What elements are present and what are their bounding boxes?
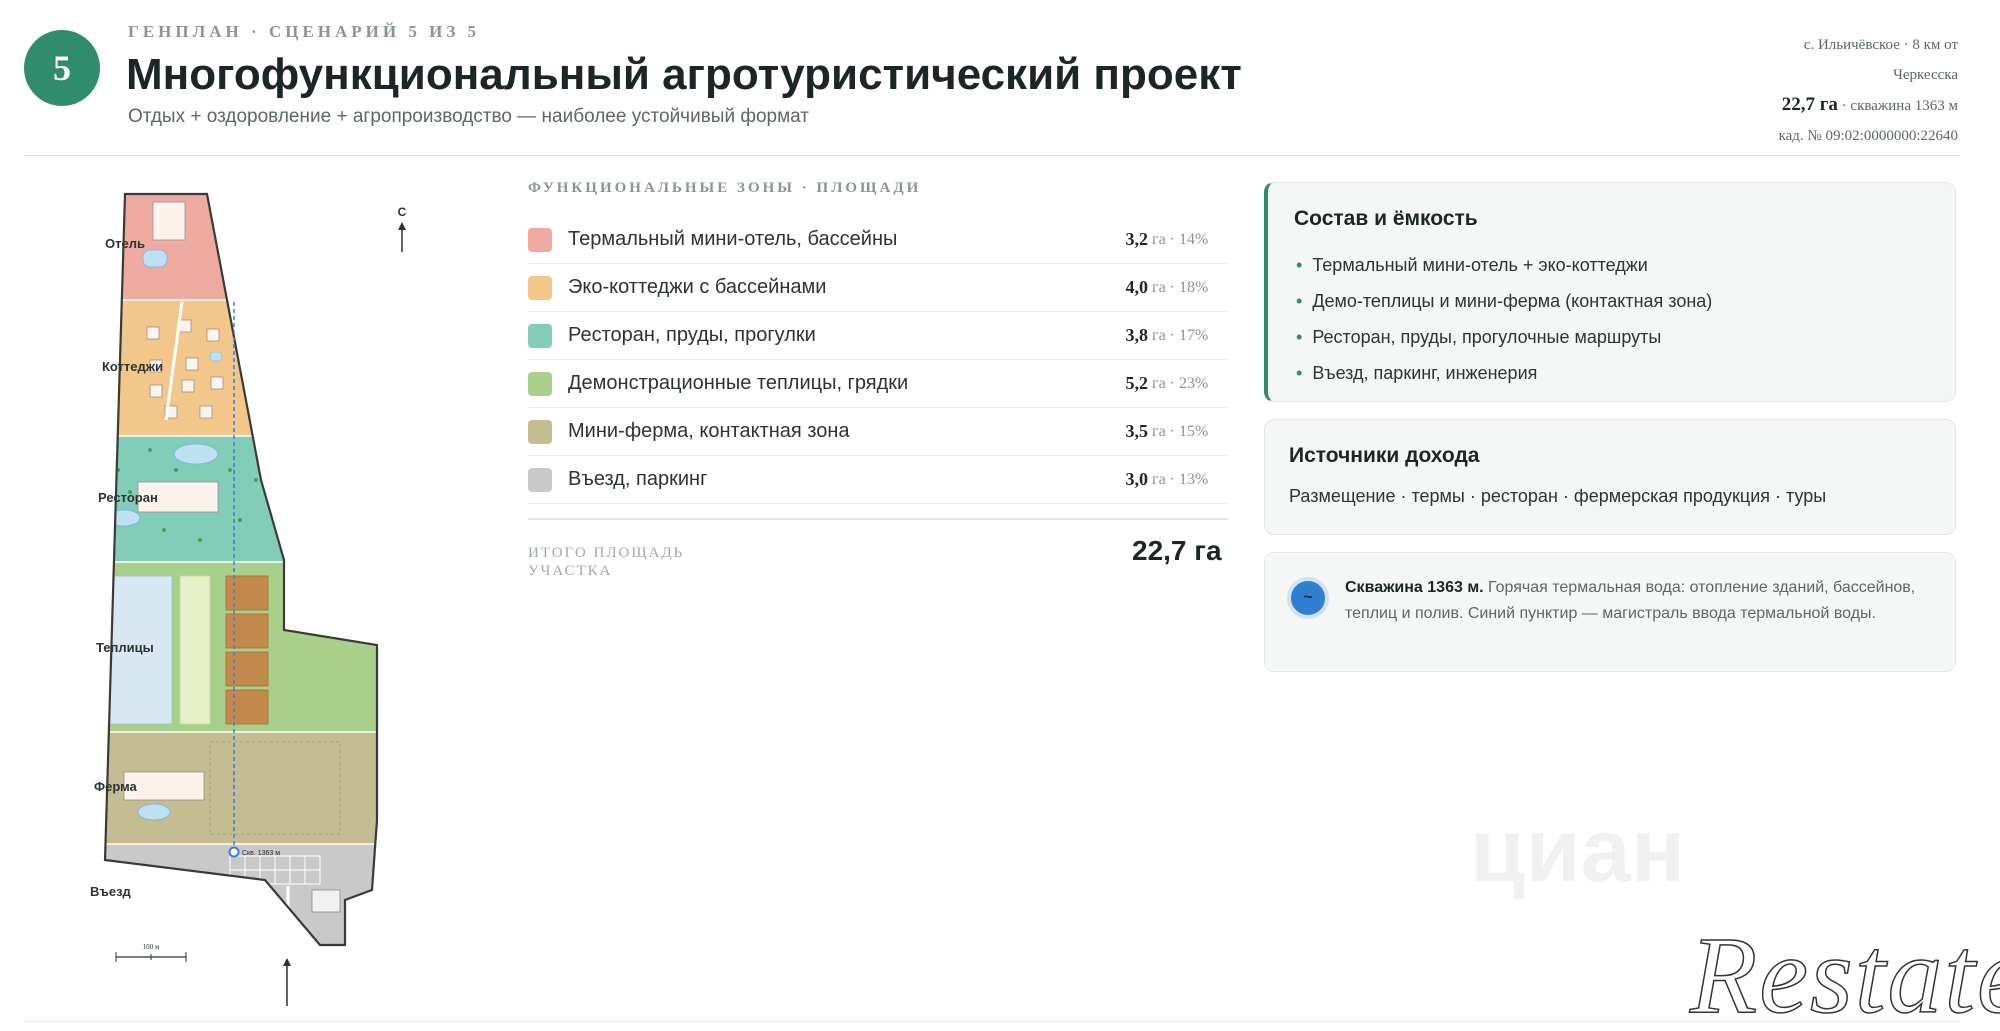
restate-watermark: Restate [1689,914,2000,1031]
header-divider [24,155,1960,156]
composition-item: Термальный мини-отель + эко-коттеджи [1296,247,1712,283]
pond-2 [107,509,141,527]
checkpoint [311,889,341,913]
north-arrowhead-icon [398,222,406,230]
zone-share: га · 18% [1152,278,1209,296]
scale-label: 100 м [143,943,160,951]
location-line2: Черкесска [1893,67,1958,83]
site-meta: с. Ильичёвское · 8 км от Черкесска 22,7 … [1698,30,1958,151]
pond-1 [173,443,219,465]
hotel-building [152,201,186,241]
location-line1: с. Ильичёвское · 8 км от [1803,37,1958,53]
well-bold: Скважина 1363 м. [1345,579,1484,596]
zone-row: Термальный мини-отель, бассейны 3,2 га · 1… [528,216,1228,264]
cian-watermark: циан [1470,801,1686,901]
label-well: Скв. 1363 м [242,850,280,857]
north-label: С [398,205,407,219]
zone-name: Эко-коттеджи с бассейнами [568,276,827,298]
entrance-arrowhead-icon [283,958,291,966]
zone-name: Термальный мини-отель, бассейны [568,228,898,250]
income-card: Источники дохода Размещение · термы · ре… [1264,419,1956,535]
zone-row: Въезд, паркинг 3,0 га · 13% [528,456,1228,504]
cadastral-number: кад. № 09:02:0000000:22640 [1778,128,1958,144]
zones-list: Термальный мини-отель, бассейны 3,2 га · 1… [528,216,1240,504]
composition-item: Демо-теплицы и мини-ферма (контактная зо… [1296,283,1712,319]
zones-panel: Функциональные зоны · площади Термальный… [528,180,1240,608]
zone-swatch [528,227,552,252]
total-value: 22,7 га [1132,535,1222,566]
scenario-badge: 5 [24,30,100,106]
total-label: Итого площадь участка [528,545,685,579]
zones-heading: Функциональные зоны · площади [528,180,922,196]
site-plan-map: Отель Коттеджи Ресторан Теплицы Ферма Въ… [80,180,440,1010]
well-text: Скважина 1363 м. Горячая термальная вода… [1345,575,1935,627]
zone-swatch [528,323,552,348]
zone-share: га · 15% [1152,422,1209,440]
zone-area: 3,0 [1125,469,1149,489]
cottage-pool [209,351,223,362]
well-card: ~ Скважина 1363 м. Горячая термальная во… [1264,552,1956,672]
site-area: 22,7 га [1781,94,1838,115]
footer-divider [24,1021,1960,1022]
label-greenhouses: Теплицы [96,640,154,655]
zone-swatch [528,275,552,300]
total-area: Итого площадь участка 22,7 га [528,518,1228,608]
area-well-line: 22,7 га · скважина 1363 м [1698,90,1958,121]
income-title: Источники дохода [1289,444,1480,467]
zone-row: Ресторан, пруды, прогулки 3,8 га · 17% [528,312,1228,360]
page-title: Многофункциональный агротуристический пр… [126,50,1242,99]
well-depth: · скважина 1363 м [1837,98,1958,114]
zone-row: Мини-ферма, контактная зона 3,5 га · 15% [528,408,1228,456]
zone-row: Эко-коттеджи с бассейнами 4,0 га · 18% [528,264,1228,312]
zone-share: га · 13% [1152,470,1209,488]
greenhouse-2 [179,575,211,725]
label-entrance: Въезд [90,884,132,899]
label-restaurant: Ресторан [98,490,158,505]
zone-area: 3,5 [1125,421,1149,441]
zone-swatch [528,419,552,444]
composition-list: Термальный мини-отель + эко-коттеджи Дем… [1296,247,1712,391]
zone-share: га · 17% [1152,326,1209,344]
zone-area: 5,2 [1125,373,1149,393]
zone-share: га · 14% [1152,230,1209,248]
income-text: Размещение · термы · ресторан · фермерск… [1289,486,1827,506]
site-plan-svg: Отель Коттеджи Ресторан Теплицы Ферма Въ… [90,192,407,1006]
label-cottages: Коттеджи [102,359,163,374]
zone-row: Демонстрационные теплицы, грядки 5,2 га · … [528,360,1228,408]
zone-share: га · 23% [1152,374,1209,392]
composition-item: Ресторан, пруды, прогулочные маршруты [1296,319,1712,355]
composition-title: Состав и ёмкость [1294,207,1478,230]
zone-name: Ресторан, пруды, прогулки [568,324,816,346]
label-farm: Ферма [94,779,138,794]
zone-swatch [528,371,552,396]
page-subtitle: Отдых + оздоровление + агропроизводство … [128,106,810,127]
zone-name: Въезд, паркинг [568,468,708,490]
hotel-pool [142,249,168,268]
label-hotel: Отель [105,236,145,251]
farm-pond [137,803,171,821]
zone-area: 3,8 [1125,325,1149,345]
zone-swatch [528,467,552,492]
kicker: Генплан · Сценарий 5 из 5 [128,22,481,41]
zone-area: 4,0 [1125,277,1149,297]
composition-item: Въезд, паркинг, инженерия [1296,355,1712,391]
water-wave-icon: ~ [1287,577,1329,619]
composition-card: Состав и ёмкость Термальный мини-отель +… [1264,182,1956,402]
zone-name: Демонстрационные теплицы, грядки [568,372,909,394]
zone-name: Мини-ферма, контактная зона [568,420,850,442]
well-marker [228,846,240,858]
zone-area: 3,2 [1125,229,1149,249]
